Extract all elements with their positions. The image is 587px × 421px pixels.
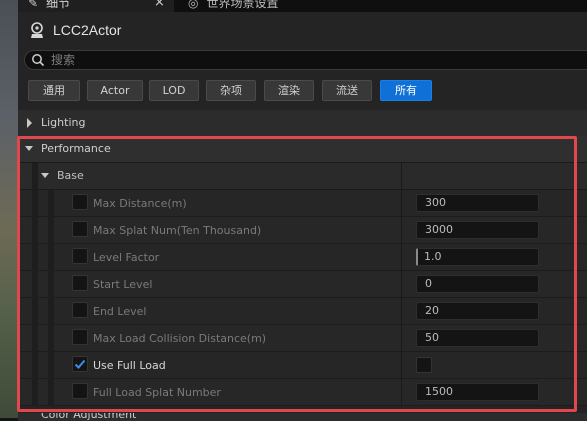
filter-misc[interactable]: 杂项 [206,80,256,101]
search-box[interactable] [24,50,587,70]
category-lighting[interactable]: Lighting [18,110,587,137]
property-row: Max Distance(m) 300 [18,190,587,217]
column-divider [401,271,402,298]
chevron-down-icon [25,146,33,151]
actor-header: LCC2Actor [18,18,587,44]
category-color-adjustment-label: Color Adjustment [41,413,137,421]
filter-all[interactable]: 所有 [380,80,432,101]
indent-guide [48,217,54,244]
tab-world-settings[interactable]: ◎ 世界场景设置 [180,0,279,12]
indent-guide [32,190,38,217]
indent-guide [48,379,54,406]
override-checkbox[interactable] [72,248,88,264]
property-label: End Level [93,305,147,318]
indent-guide [32,244,38,271]
property-label: Use Full Load [93,359,166,372]
max-distance-field[interactable]: 300 [416,194,539,212]
override-checkbox[interactable] [72,275,88,291]
property-row: Max Splat Num(Ten Thousand) 3000 [18,217,587,244]
category-lighting-label: Lighting [41,116,86,129]
indent-guide [32,298,38,325]
level-factor-field[interactable]: 1.0 [416,248,539,266]
override-checkbox[interactable] [72,329,88,345]
indent-guide [48,352,54,379]
indent-guide [32,163,38,189]
subcategory-base-label: Base [57,169,84,182]
column-divider [401,163,402,189]
tab-details[interactable]: ✎ 细节 × [18,0,174,12]
property-label: Max Splat Num(Ten Thousand) [93,224,262,237]
tab-bar: ✎ 细节 × ◎ 世界场景设置 [18,0,587,12]
column-divider [401,325,402,352]
search-input[interactable] [51,51,551,69]
column-divider [401,190,402,217]
category-color-adjustment[interactable]: Color Adjustment [18,413,587,421]
full-load-splat-field[interactable]: 1500 [416,383,539,401]
use-full-load-checkbox[interactable] [416,357,432,373]
override-checkbox[interactable] [72,194,88,210]
indent-guide [32,325,38,352]
property-label: Full Load Splat Number [93,386,221,399]
property-label: Level Factor [93,251,160,264]
tab-world-settings-label: 世界场景设置 [206,0,279,10]
globe-icon: ◎ [188,0,199,10]
property-label: Max Load Collision Distance(m) [93,332,267,345]
column-divider [401,352,402,379]
filter-general[interactable]: 通用 [28,80,80,101]
filter-lod[interactable]: LOD [149,80,199,101]
tab-details-label: 细节 [46,0,71,10]
column-divider [401,244,402,271]
search-icon [32,54,45,67]
category-performance-label: Performance [41,142,111,155]
close-icon[interactable]: × [154,0,165,12]
property-label: Start Level [93,278,153,291]
chevron-down-icon [41,173,49,178]
column-divider [401,379,402,406]
start-level-field[interactable]: 0 [416,275,539,293]
subcategory-base[interactable]: Base [18,163,587,190]
property-row: Start Level 0 [18,271,587,298]
indent-guide [48,325,54,352]
property-row: Max Load Collision Distance(m) 50 [18,325,587,352]
override-checkbox[interactable] [72,302,88,318]
chevron-right-icon [27,118,32,128]
indent-guide [48,271,54,298]
property-row: End Level 20 [18,298,587,325]
details-panel: LCC2Actor 通用 Actor LOD 杂项 渲染 流送 所有 Light… [18,12,587,421]
filter-rendering[interactable]: 渲染 [264,80,314,101]
property-row: Use Full Load [18,352,587,379]
indent-guide [32,217,38,244]
property-row: Full Load Splat Number 1500 [18,379,587,406]
filter-actor[interactable]: Actor [87,80,143,101]
indent-guide [48,244,54,271]
indent-guide [48,190,54,217]
column-divider [401,298,402,325]
category-performance[interactable]: Performance [18,136,587,163]
checkmark-icon [74,359,86,369]
wrench-icon: ✎ [28,0,39,10]
override-checkbox[interactable] [72,356,88,372]
override-checkbox[interactable] [72,383,88,399]
max-load-collision-field[interactable]: 50 [416,329,539,347]
filter-streaming[interactable]: 流送 [322,80,372,101]
indent-guide [32,379,38,406]
property-label: Max Distance(m) [93,197,187,210]
actor-title: LCC2Actor [53,22,122,38]
column-divider [401,217,402,244]
end-level-field[interactable]: 20 [416,302,539,320]
indent-guide [32,271,38,298]
max-splat-num-field[interactable]: 3000 [416,221,539,239]
override-checkbox[interactable] [72,221,88,237]
property-row: Level Factor 1.0 [18,244,587,271]
indent-guide [32,352,38,379]
indent-guide [48,298,54,325]
actor-icon [31,22,43,38]
viewport-edge [0,0,18,418]
